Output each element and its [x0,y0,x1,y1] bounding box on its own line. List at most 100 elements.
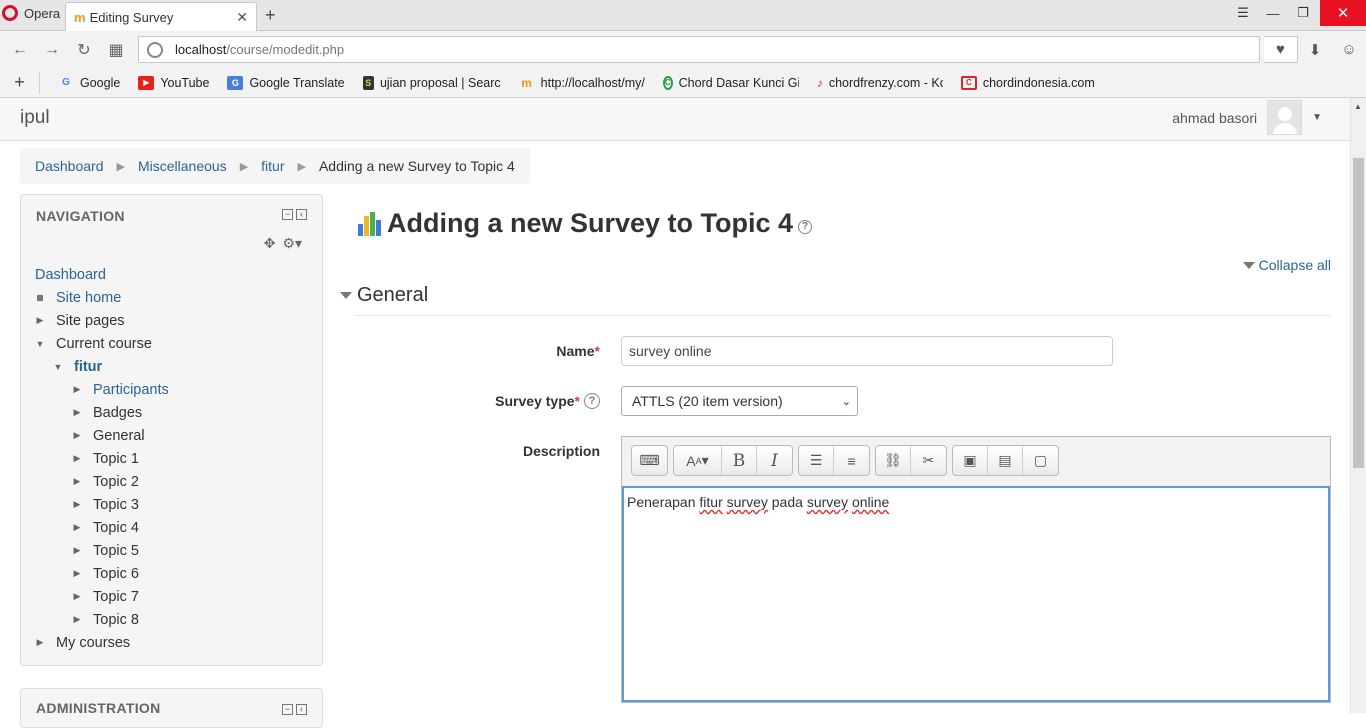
account-icon[interactable]: ☺ [1332,36,1366,63]
new-tab-button[interactable]: + [265,5,276,26]
browser-tab-active[interactable]: m Editing Survey ✕ [65,2,257,31]
download-icon[interactable]: ⬇ [1298,36,1332,63]
expand-icon: ▶ [36,637,44,647]
site-info-icon[interactable] [147,41,163,58]
nav-item-topic-2[interactable]: ▶ Topic 2 [35,470,169,493]
minimize-button[interactable]: — [1258,0,1288,26]
bookmark-youtube[interactable]: ▶ YouTube [138,75,210,90]
description-word: survey [726,494,768,510]
nav-label: Site pages [56,312,125,329]
scrollbar-thumb[interactable] [1353,158,1364,468]
reload-icon[interactable]: ↻ [68,40,100,60]
nav-item-topic-3[interactable]: ▶ Topic 3 [35,493,169,516]
collapse-icon: ▼ [35,338,45,349]
move-icon[interactable]: ✥ [264,235,276,252]
nav-item-topic-1[interactable]: ▶ Topic 1 [35,447,169,470]
opera-menu-button[interactable]: Opera [0,0,60,26]
nav-link[interactable]: fitur [74,359,102,375]
user-name: ahmad basori [1172,109,1258,126]
administration-block: ADMINISTRATION − ‹ [20,688,323,728]
expand-icon: ▶ [73,614,81,624]
name-label-text: Name [556,343,595,359]
bookmark-ujian-proposal[interactable]: S ujian proposal | Searc [362,75,501,90]
file-icon[interactable]: ▢ [1023,446,1058,475]
nav-item-fitur[interactable]: ▼ fitur [35,355,169,378]
add-bookmark-icon[interactable]: + [0,72,40,93]
name-input[interactable]: survey online [621,336,1113,366]
description-textarea[interactable]: Penerapan fitur survey pada survey onlin… [622,486,1330,702]
nav-item-topic-6[interactable]: ▶ Topic 6 [35,562,169,585]
survey-type-select[interactable]: ATTLS (20 item version) ⌄ [621,386,858,416]
speed-dial-icon[interactable]: ▦ [100,40,132,60]
nav-item-topic-5[interactable]: ▶ Topic 5 [35,539,169,562]
help-icon[interactable]: ? [798,219,813,234]
bold-icon[interactable]: B [722,446,757,475]
bookmark-localhost-my[interactable]: m http://localhost/my/ [519,76,645,90]
font-style-icon[interactable]: A A ▾ [674,446,722,475]
italic-icon[interactable]: I [757,446,792,475]
block-hide-icon[interactable]: − [282,704,293,715]
breadcrumb-fitur[interactable]: fitur [261,158,284,174]
bookmark-google-translate[interactable]: G Google Translate [227,75,345,90]
heart-icon[interactable]: ♥ [1264,36,1298,63]
back-icon[interactable]: ← [4,41,36,59]
nav-item-topic-7[interactable]: ▶ Topic 7 [35,585,169,608]
site-brand-link[interactable]: ipul [20,107,50,129]
nav-item-site-home[interactable]: Site home [35,286,169,309]
nav-link[interactable]: Dashboard [35,267,106,283]
nav-item-my-courses[interactable]: ▶ My courses [35,631,169,654]
block-hide-icon[interactable]: − [282,209,293,220]
bookmark-chord-dasar[interactable]: C Chord Dasar Kunci Gi [662,75,799,90]
restore-button[interactable]: ❐ [1288,0,1318,26]
gear-icon[interactable]: ⚙▾ [282,235,302,252]
scroll-up-icon[interactable]: ▲ [1354,102,1362,111]
breadcrumb-dashboard[interactable]: Dashboard [35,158,104,174]
nav-link[interactable]: Site home [56,290,121,306]
bookmark-google[interactable]: G Google [58,76,120,90]
expand-icon: ▶ [73,476,81,486]
help-icon[interactable]: ? [584,393,600,409]
user-menu[interactable]: ahmad basori ▼ [1172,100,1322,135]
tab-menu-icon[interactable]: ☰ [1228,0,1258,26]
bookmark-chordindonesia[interactable]: C chordindonesia.com [960,75,1095,90]
nav-item-dashboard[interactable]: Dashboard [35,263,169,286]
block-dock-icon[interactable]: ‹ [296,704,307,715]
description-word: survey [806,494,849,510]
chordindonesia-icon: C [960,75,977,90]
collapse-all-link[interactable]: Collapse all [1242,257,1331,273]
block-dock-icon[interactable]: ‹ [296,209,307,220]
numbered-list-icon[interactable]: ≡ [834,446,869,475]
description-editor: ⌨ A A ▾ B I ☰ ≡ ⛓ ✂ ▣ ▤ ▢ Penerapan fitur … [621,436,1331,703]
bullet-list-icon[interactable]: ☰ [799,446,834,475]
nav-item-badges[interactable]: ▶ Badges [35,401,169,424]
bookmark-label: chordfrenzy.com - Ko [828,75,943,90]
image-icon[interactable]: ▣ [953,446,988,475]
expand-icon: ▶ [73,453,81,463]
url-input[interactable]: localhost/course/modedit.php [138,36,1260,63]
keyboard-icon[interactable]: ⌨ [632,446,667,475]
nav-label: Topic 4 [93,519,139,536]
tab-close-icon[interactable]: ✕ [236,9,248,26]
nav-item-topic-8[interactable]: ▶ Topic 8 [35,608,169,631]
nav-item-topic-4[interactable]: ▶ Topic 4 [35,516,169,539]
expand-icon: ▶ [36,315,44,325]
link-icon[interactable]: ⛓ [876,446,911,475]
close-window-button[interactable]: ✕ [1320,0,1366,26]
media-icon[interactable]: ▤ [988,446,1023,475]
page-scrollbar[interactable]: ▲ [1350,98,1366,713]
breadcrumb-current: Adding a new Survey to Topic 4 [318,158,515,174]
bookmarks-bar: + G Google ▶ YouTube G Google Translate … [0,68,1366,98]
nav-item-current-course[interactable]: ▼ Current course [35,332,169,355]
forward-icon[interactable]: → [36,41,68,59]
nav-item-participants[interactable]: ▶ Participants [35,378,169,401]
moodle-icon: m [74,9,86,25]
bookmark-label: YouTube [160,75,210,90]
bookmark-chordfrenzy[interactable]: ♪ chordfrenzy.com - Ko [817,76,943,90]
nav-link[interactable]: Participants [93,382,169,398]
breadcrumb-miscellaneous[interactable]: Miscellaneous [138,158,227,174]
url-path: /course/modedit.php [226,42,345,57]
section-general-toggle[interactable]: General [340,284,428,307]
nav-item-general[interactable]: ▶ General [35,424,169,447]
unlink-icon[interactable]: ✂ [911,446,946,475]
nav-item-site-pages[interactable]: ▶ Site pages [35,309,169,332]
